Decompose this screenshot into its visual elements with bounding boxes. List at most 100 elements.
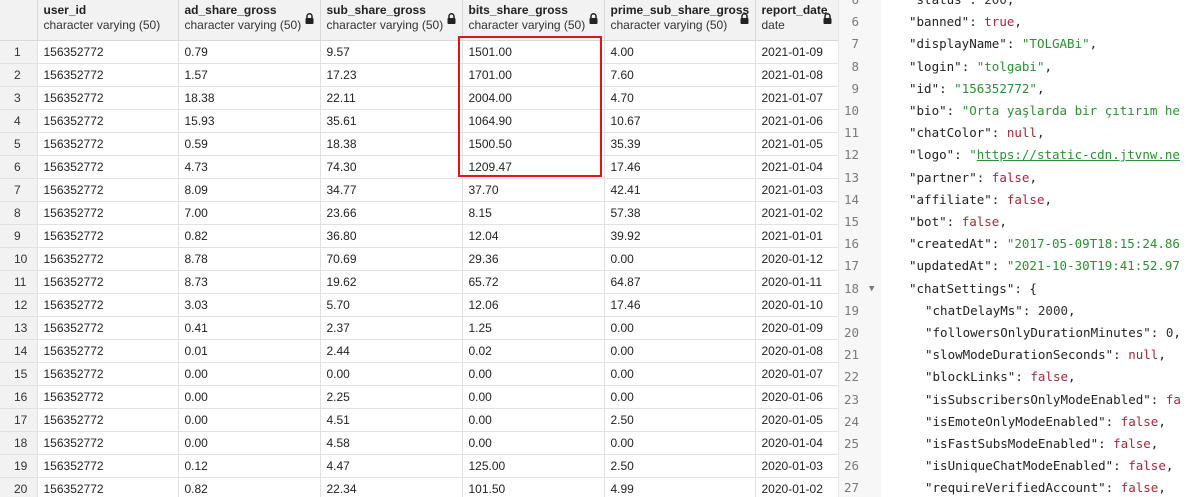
cell-user-id[interactable]: 156352772	[37, 40, 179, 64]
cell-user-id[interactable]: 156352772	[37, 362, 179, 386]
cell-report-date[interactable]: 2020-01-08	[755, 339, 838, 363]
column-header-prime-sub-share-gross[interactable]: prime_sub_share_gross character varying (…	[604, 0, 756, 41]
cell-sub-share-gross[interactable]: 2.44	[320, 339, 463, 363]
cell-ad-share-gross[interactable]: 0.12	[178, 454, 321, 478]
cell-prime-sub-share-gross[interactable]: 42.41	[604, 178, 756, 202]
table-row[interactable]: 2 156352772 1.57 17.23 1701.00 7.60 2021-01-08	[0, 63, 838, 87]
column-header-ad-share-gross[interactable]: ad_share_gross character varying (50)	[178, 0, 321, 41]
row-number[interactable]: 15	[0, 362, 38, 386]
cell-prime-sub-share-gross[interactable]: 10.67	[604, 109, 756, 133]
cell-user-id[interactable]: 156352772	[37, 385, 179, 409]
row-number-header[interactable]	[0, 0, 38, 41]
cell-user-id[interactable]: 156352772	[37, 454, 179, 478]
cell-report-date[interactable]: 2020-01-04	[755, 431, 838, 455]
table-row[interactable]: 17 156352772 0.00 4.51 0.00 2.50 2020-01-05	[0, 408, 838, 432]
cell-sub-share-gross[interactable]: 22.34	[320, 477, 463, 497]
cell-prime-sub-share-gross[interactable]: 64.87	[604, 270, 756, 294]
cell-user-id[interactable]: 156352772	[37, 155, 179, 179]
row-number[interactable]: 5	[0, 132, 38, 156]
cell-report-date[interactable]: 2020-01-05	[755, 408, 838, 432]
cell-report-date[interactable]: 2020-01-06	[755, 385, 838, 409]
cell-user-id[interactable]: 156352772	[37, 431, 179, 455]
cell-user-id[interactable]: 156352772	[37, 109, 179, 133]
cell-sub-share-gross[interactable]: 4.58	[320, 431, 463, 455]
cell-prime-sub-share-gross[interactable]: 4.99	[604, 477, 756, 497]
cell-report-date[interactable]: 2020-01-09	[755, 316, 838, 340]
cell-report-date[interactable]: 2021-01-02	[755, 201, 838, 225]
cell-user-id[interactable]: 156352772	[37, 316, 179, 340]
cell-report-date[interactable]: 2020-01-11	[755, 270, 838, 294]
cell-prime-sub-share-gross[interactable]: 7.60	[604, 63, 756, 87]
cell-prime-sub-share-gross[interactable]: 4.70	[604, 86, 756, 110]
cell-user-id[interactable]: 156352772	[37, 178, 179, 202]
row-number[interactable]: 14	[0, 339, 38, 363]
cell-user-id[interactable]: 156352772	[37, 293, 179, 317]
table-row[interactable]: 5 156352772 0.59 18.38 1500.50 35.39 2021-01-0…	[0, 132, 838, 156]
cell-ad-share-gross[interactable]: 8.73	[178, 270, 321, 294]
table-row[interactable]: 13 156352772 0.41 2.37 1.25 0.00 2020-01-09	[0, 316, 838, 340]
cell-sub-share-gross[interactable]: 74.30	[320, 155, 463, 179]
table-row[interactable]: 20 156352772 0.82 22.34 101.50 4.99 2020-01-02	[0, 477, 838, 497]
cell-sub-share-gross[interactable]: 0.00	[320, 362, 463, 386]
cell-sub-share-gross[interactable]: 23.66	[320, 201, 463, 225]
cell-prime-sub-share-gross[interactable]: 17.46	[604, 293, 756, 317]
cell-user-id[interactable]: 156352772	[37, 247, 179, 271]
cell-ad-share-gross[interactable]: 0.00	[178, 431, 321, 455]
cell-prime-sub-share-gross[interactable]: 57.38	[604, 201, 756, 225]
cell-sub-share-gross[interactable]: 35.61	[320, 109, 463, 133]
table-row[interactable]: 16 156352772 0.00 2.25 0.00 0.00 2020-01-06	[0, 385, 838, 409]
cell-ad-share-gross[interactable]: 0.01	[178, 339, 321, 363]
cell-ad-share-gross[interactable]: 7.00	[178, 201, 321, 225]
row-number[interactable]: 3	[0, 86, 38, 110]
fold-toggle-icon[interactable]: ▼	[869, 278, 874, 300]
row-number[interactable]: 18	[0, 431, 38, 455]
column-header-user-id[interactable]: user_id character varying (50)	[37, 0, 179, 41]
cell-report-date[interactable]: 2020-01-10	[755, 293, 838, 317]
row-number[interactable]: 11	[0, 270, 38, 294]
row-number[interactable]: 6	[0, 155, 38, 179]
cell-bits-share-gross[interactable]: 0.00	[462, 385, 605, 409]
cell-prime-sub-share-gross[interactable]: 0.00	[604, 247, 756, 271]
cell-bits-share-gross[interactable]: 65.72	[462, 270, 605, 294]
table-row[interactable]: 11 156352772 8.73 19.62 65.72 64.87 2020-01-11	[0, 270, 838, 294]
row-number[interactable]: 10	[0, 247, 38, 271]
cell-bits-share-gross[interactable]: 1.25	[462, 316, 605, 340]
cell-user-id[interactable]: 156352772	[37, 132, 179, 156]
cell-ad-share-gross[interactable]: 8.78	[178, 247, 321, 271]
cell-bits-share-gross[interactable]: 0.02	[462, 339, 605, 363]
cell-user-id[interactable]: 156352772	[37, 86, 179, 110]
cell-sub-share-gross[interactable]: 22.11	[320, 86, 463, 110]
cell-prime-sub-share-gross[interactable]: 2.50	[604, 454, 756, 478]
table-row[interactable]: 15 156352772 0.00 0.00 0.00 0.00 2020-01-07	[0, 362, 838, 386]
row-number[interactable]: 2	[0, 63, 38, 87]
table-row[interactable]: 3 156352772 18.38 22.11 2004.00 4.70 2021-01-0…	[0, 86, 838, 110]
cell-bits-share-gross[interactable]: 1500.50	[462, 132, 605, 156]
cell-report-date[interactable]: 2020-01-07	[755, 362, 838, 386]
cell-report-date[interactable]: 2021-01-03	[755, 178, 838, 202]
cell-ad-share-gross[interactable]: 8.09	[178, 178, 321, 202]
row-number[interactable]: 8	[0, 201, 38, 225]
cell-user-id[interactable]: 156352772	[37, 408, 179, 432]
cell-ad-share-gross[interactable]: 4.73	[178, 155, 321, 179]
cell-user-id[interactable]: 156352772	[37, 201, 179, 225]
cell-report-date[interactable]: 2021-01-04	[755, 155, 838, 179]
table-row[interactable]: 4 156352772 15.93 35.61 1064.90 10.67 2021-01-…	[0, 109, 838, 133]
table-row[interactable]: 19 156352772 0.12 4.47 125.00 2.50 2020-01-03	[0, 454, 838, 478]
cell-bits-share-gross[interactable]: 101.50	[462, 477, 605, 497]
table-row[interactable]: 12 156352772 3.03 5.70 12.06 17.46 2020-01-10	[0, 293, 838, 317]
cell-report-date[interactable]: 2020-01-12	[755, 247, 838, 271]
row-number[interactable]: 17	[0, 408, 38, 432]
cell-ad-share-gross[interactable]: 0.00	[178, 362, 321, 386]
cell-sub-share-gross[interactable]: 18.38	[320, 132, 463, 156]
cell-sub-share-gross[interactable]: 5.70	[320, 293, 463, 317]
cell-sub-share-gross[interactable]: 2.37	[320, 316, 463, 340]
table-row[interactable]: 14 156352772 0.01 2.44 0.02 0.00 2020-01-08	[0, 339, 838, 363]
cell-bits-share-gross[interactable]: 12.04	[462, 224, 605, 248]
cell-ad-share-gross[interactable]: 18.38	[178, 86, 321, 110]
cell-sub-share-gross[interactable]: 34.77	[320, 178, 463, 202]
cell-bits-share-gross[interactable]: 125.00	[462, 454, 605, 478]
table-row[interactable]: 8 156352772 7.00 23.66 8.15 57.38 2021-01-02	[0, 201, 838, 225]
cell-ad-share-gross[interactable]: 3.03	[178, 293, 321, 317]
cell-user-id[interactable]: 156352772	[37, 270, 179, 294]
cell-prime-sub-share-gross[interactable]: 35.39	[604, 132, 756, 156]
